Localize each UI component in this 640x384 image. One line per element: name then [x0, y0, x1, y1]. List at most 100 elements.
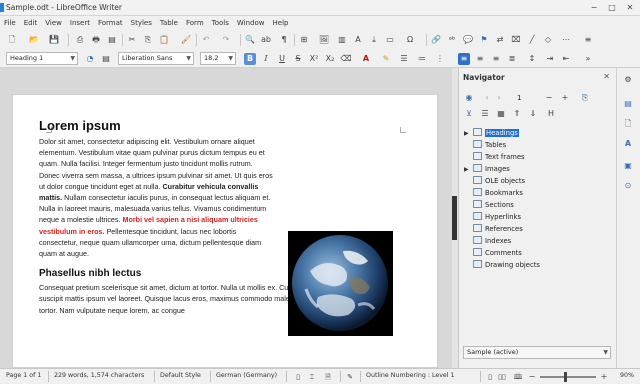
- close-panel-icon[interactable]: ✕: [603, 72, 610, 81]
- digital-signature-icon[interactable]: ✎: [344, 371, 356, 383]
- nav-item-headings[interactable]: ▶ Headings: [464, 128, 519, 139]
- settings-icon[interactable]: ⚙: [622, 74, 634, 86]
- menu-window[interactable]: Window: [233, 16, 269, 28]
- book-view-icon[interactable]: 🕮: [512, 371, 524, 383]
- find-replace-icon[interactable]: 🔍: [244, 34, 256, 46]
- nav-item-images[interactable]: ▶ Images: [464, 164, 510, 175]
- paragraph-style-select[interactable]: Heading 1 ▼: [6, 52, 78, 65]
- insert-mode-icon[interactable]: ▯: [292, 371, 304, 383]
- nav-item-hyperlinks[interactable]: Hyperlinks: [473, 212, 521, 223]
- insert-table-icon[interactable]: ⊞: [298, 34, 310, 46]
- page-count-status[interactable]: Page 1 of 1: [6, 372, 41, 379]
- underline-icon[interactable]: U: [276, 53, 288, 65]
- drag-mode-icon[interactable]: ⎘: [579, 92, 591, 104]
- decrement-icon[interactable]: −: [543, 92, 555, 104]
- menu-styles[interactable]: Styles: [127, 16, 156, 28]
- language-status[interactable]: German (Germany): [216, 372, 277, 379]
- highlight-icon[interactable]: ✎: [380, 53, 392, 65]
- footnote-icon[interactable]: ᵃᵇ: [446, 34, 458, 46]
- decrease-indent-icon[interactable]: ⇤: [560, 53, 572, 65]
- nav-item-text-frames[interactable]: Text frames: [473, 152, 525, 163]
- zoom-slider[interactable]: [540, 372, 596, 382]
- cross-reference-icon[interactable]: ⇄: [494, 34, 506, 46]
- nav-item-tables[interactable]: Tables: [473, 140, 506, 151]
- word-count-status[interactable]: 229 words, 1,574 characters: [54, 372, 144, 379]
- page-icon[interactable]: 🗋: [622, 118, 634, 130]
- strikethrough-icon[interactable]: S: [292, 53, 304, 65]
- page-number-field[interactable]: 1: [517, 94, 521, 102]
- minimize-icon[interactable]: −: [588, 2, 600, 14]
- italic-icon[interactable]: I: [260, 53, 272, 65]
- single-page-view-icon[interactable]: ▯: [484, 371, 496, 383]
- page-style-status[interactable]: Default Style: [160, 372, 201, 379]
- redo-icon[interactable]: ↷: [220, 34, 232, 46]
- zoom-level-status[interactable]: 90%: [620, 372, 634, 379]
- copy-icon[interactable]: ⎘: [142, 34, 154, 46]
- promote-chapter-icon[interactable]: ⇑: [511, 108, 523, 120]
- nav-item-references[interactable]: References: [473, 224, 523, 235]
- menu-format[interactable]: Format: [94, 16, 127, 28]
- more-options-icon[interactable]: ⋯: [560, 34, 572, 46]
- comment-icon[interactable]: 💬: [462, 34, 474, 46]
- clone-formatting-icon[interactable]: 🖌: [180, 34, 192, 46]
- navigator-icon[interactable]: ⊙: [622, 180, 634, 192]
- align-right-icon[interactable]: ≡: [490, 53, 502, 65]
- increase-indent-icon[interactable]: ⇥: [544, 53, 556, 65]
- navigate-by-icon[interactable]: ◉: [463, 92, 475, 104]
- print-preview-icon[interactable]: ▤: [106, 34, 118, 46]
- cut-icon[interactable]: ✂: [126, 34, 138, 46]
- special-character-icon[interactable]: Ω: [404, 34, 416, 46]
- save-icon[interactable]: 💾: [48, 34, 60, 46]
- document-modified-icon[interactable]: 🗎: [322, 371, 334, 383]
- maximize-icon[interactable]: □: [606, 2, 618, 14]
- next-icon[interactable]: ›: [493, 92, 505, 104]
- nav-item-sections[interactable]: Sections: [473, 200, 514, 211]
- increment-icon[interactable]: +: [559, 92, 571, 104]
- gallery-icon[interactable]: ▣: [622, 160, 634, 172]
- menu-help[interactable]: Help: [269, 16, 293, 28]
- print-icon[interactable]: 🖶: [90, 34, 102, 46]
- undo-icon[interactable]: ↶: [200, 34, 212, 46]
- spelling-icon[interactable]: ab: [260, 34, 272, 46]
- document-select[interactable]: Sample (active) ▼: [463, 346, 611, 359]
- align-left-icon[interactable]: ≡: [458, 53, 470, 65]
- insert-field-icon[interactable]: ▭: [384, 34, 396, 46]
- new-document-icon[interactable]: 🗋: [6, 34, 18, 46]
- font-color-icon[interactable]: A: [360, 53, 372, 65]
- menu-table[interactable]: Table: [156, 16, 182, 28]
- align-center-icon[interactable]: ≡: [474, 53, 486, 65]
- nav-item-ole-objects[interactable]: OLE objects: [473, 176, 525, 187]
- zoom-out-icon[interactable]: −: [526, 371, 538, 383]
- expand-icon[interactable]: ▶: [464, 128, 469, 139]
- multi-page-view-icon[interactable]: ▯▯: [496, 371, 508, 383]
- insert-textbox-icon[interactable]: A: [352, 34, 364, 46]
- list-box-icon[interactable]: ☰: [479, 108, 491, 120]
- export-pdf-icon[interactable]: ⎙: [74, 34, 86, 46]
- bookmark-icon[interactable]: ⚑: [478, 34, 490, 46]
- outline-list-icon[interactable]: ⋮: [434, 53, 446, 65]
- menu-insert[interactable]: Insert: [66, 16, 94, 28]
- open-folder-icon[interactable]: 📂: [28, 34, 40, 46]
- justify-icon[interactable]: ≣: [506, 53, 518, 65]
- nav-item-bookmarks[interactable]: Bookmarks: [473, 188, 523, 199]
- styles-icon[interactable]: A: [622, 138, 634, 150]
- menu-view[interactable]: View: [41, 16, 66, 28]
- sidebar-menu-icon[interactable]: ≡: [582, 34, 594, 46]
- nav-item-indexes[interactable]: Indexes: [473, 236, 511, 247]
- previous-icon[interactable]: ‹: [481, 92, 493, 104]
- nav-item-drawing-objects[interactable]: Drawing objects: [473, 260, 540, 271]
- update-style-icon[interactable]: ◔: [84, 53, 96, 65]
- zoom-in-icon[interactable]: +: [598, 371, 610, 383]
- line-spacing-icon[interactable]: ↕: [526, 53, 538, 65]
- content-navigation-icon[interactable]: ⊻: [463, 108, 475, 120]
- menu-form[interactable]: Form: [182, 16, 208, 28]
- properties-icon[interactable]: ▤: [622, 98, 634, 110]
- clear-formatting-icon[interactable]: ⌫: [340, 53, 352, 65]
- numbered-list-icon[interactable]: ≔: [416, 53, 428, 65]
- hyperlink-icon[interactable]: 🔗: [430, 34, 442, 46]
- track-changes-icon[interactable]: ⌧: [510, 34, 522, 46]
- earth-image[interactable]: [288, 231, 393, 336]
- bullet-list-icon[interactable]: ☰: [398, 53, 410, 65]
- insert-page-break-icon[interactable]: ⤓: [368, 34, 380, 46]
- formatting-marks-icon[interactable]: ¶: [278, 34, 290, 46]
